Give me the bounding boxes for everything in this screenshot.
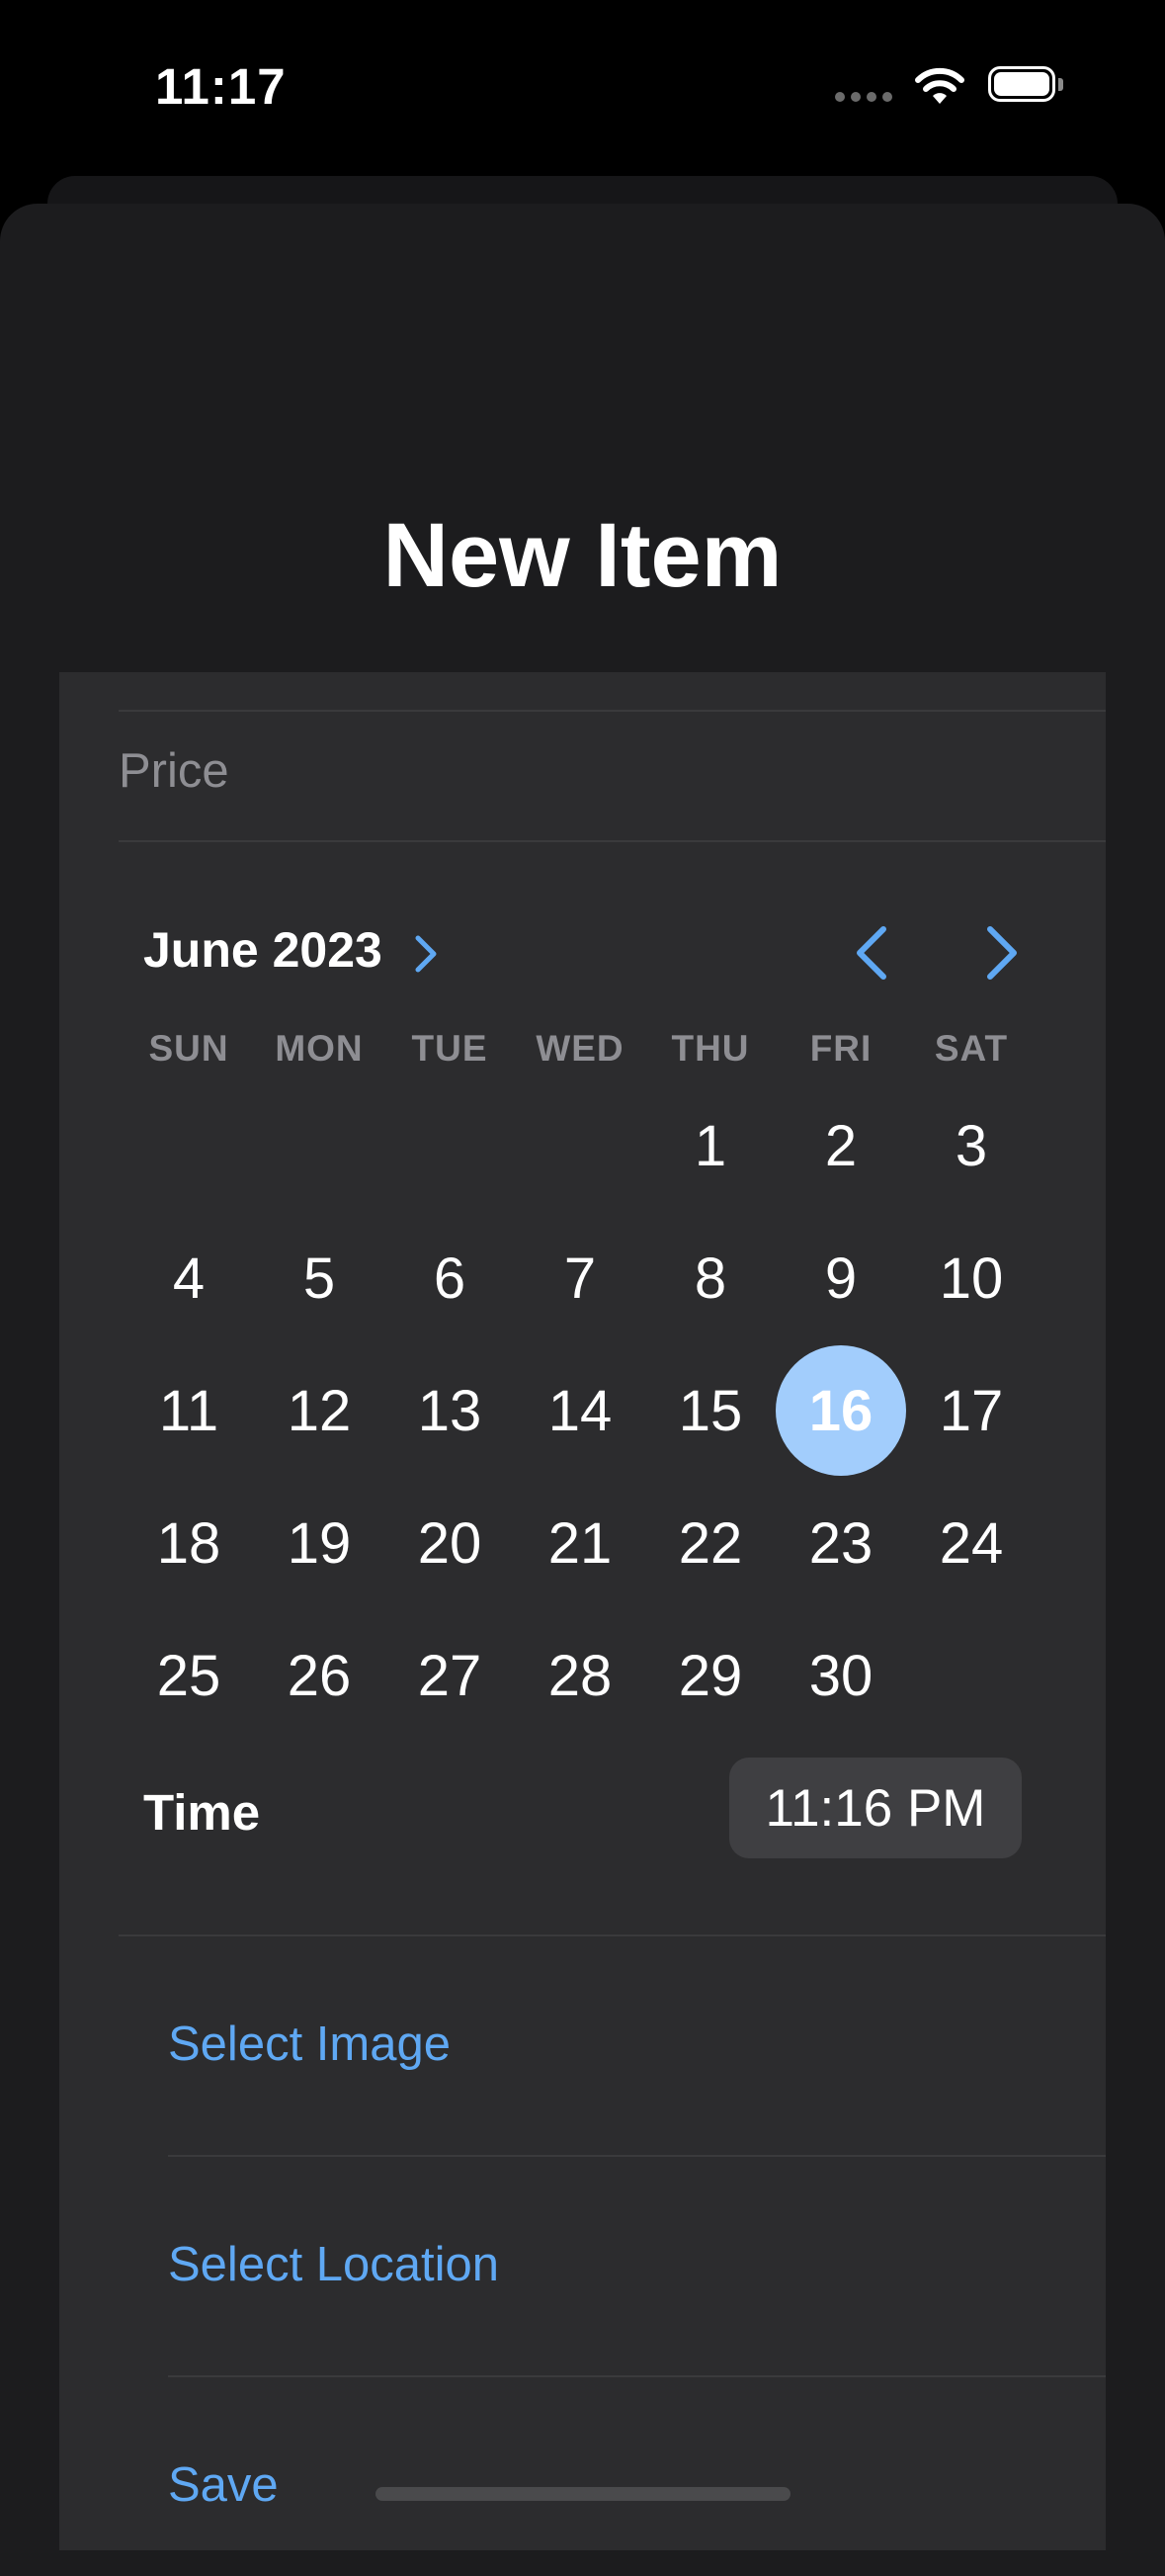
calendar-day[interactable]: 13 [384,1345,515,1476]
weekday-label: TUE [411,1028,488,1069]
calendar-day[interactable]: 28 [515,1610,645,1741]
calendar-day[interactable]: 19 [254,1478,384,1608]
calendar-day[interactable]: 9 [776,1213,906,1343]
divider [119,710,1106,712]
calendar-day[interactable]: 10 [906,1213,1037,1343]
battery-icon [988,66,1067,106]
divider [168,2375,1106,2377]
select-location-button[interactable]: Select Location [168,2237,499,2292]
calendar-day[interactable]: 2 [776,1080,906,1211]
calendar-day[interactable]: 7 [515,1213,645,1343]
wifi-icon [915,67,964,104]
weekday-label: SAT [934,1028,1009,1069]
calendar-day[interactable]: 3 [906,1080,1037,1211]
calendar-day[interactable]: 17 [906,1345,1037,1476]
divider [119,840,1106,842]
calendar-day[interactable]: 15 [645,1345,776,1476]
month-year-label[interactable]: June 2023 [143,921,382,979]
divider [119,1934,1106,1936]
time-label: Time [143,1784,261,1841]
cellular-signal-icon [835,92,894,104]
next-month-button[interactable] [978,923,1028,983]
calendar-day[interactable]: 5 [254,1213,384,1343]
calendar-day[interactable]: 6 [384,1213,515,1343]
calendar-day[interactable]: 29 [645,1610,776,1741]
status-time: 11:17 [155,58,287,115]
weekday-label: WED [536,1028,624,1069]
calendar-day[interactable]: 18 [124,1478,254,1608]
calendar-day[interactable]: 24 [906,1478,1037,1608]
calendar-day[interactable]: 1 [645,1080,776,1211]
calendar-day-selected[interactable]: 16 [776,1345,906,1476]
time-picker-button[interactable]: 11:16 PM [729,1758,1022,1858]
calendar-day[interactable]: 26 [254,1610,384,1741]
select-image-button[interactable]: Select Image [168,2017,451,2072]
home-indicator [375,2487,791,2501]
calendar-day[interactable]: 20 [384,1478,515,1608]
calendar-day[interactable]: 23 [776,1478,906,1608]
previous-month-button[interactable] [846,923,895,983]
price-input[interactable]: Price [119,743,1008,799]
calendar-day[interactable]: 11 [124,1345,254,1476]
calendar-day[interactable]: 22 [645,1478,776,1608]
page-title: New Item [382,505,783,606]
divider [168,2155,1106,2157]
calendar-day[interactable]: 4 [124,1213,254,1343]
save-button[interactable]: Save [168,2457,279,2513]
weekday-label: FRI [809,1028,873,1069]
calendar-day[interactable]: 21 [515,1478,645,1608]
weekday-label: MON [275,1028,364,1069]
calendar-day[interactable]: 30 [776,1610,906,1741]
calendar-day[interactable]: 8 [645,1213,776,1343]
weekday-label: SUN [148,1028,229,1069]
chevron-right-icon[interactable] [413,933,439,975]
status-bar: 11:17 [0,0,1165,168]
calendar-day[interactable]: 12 [254,1345,384,1476]
calendar-day[interactable]: 27 [384,1610,515,1741]
calendar-day[interactable]: 14 [515,1345,645,1476]
calendar-day[interactable]: 25 [124,1610,254,1741]
weekday-label: THU [671,1028,750,1069]
